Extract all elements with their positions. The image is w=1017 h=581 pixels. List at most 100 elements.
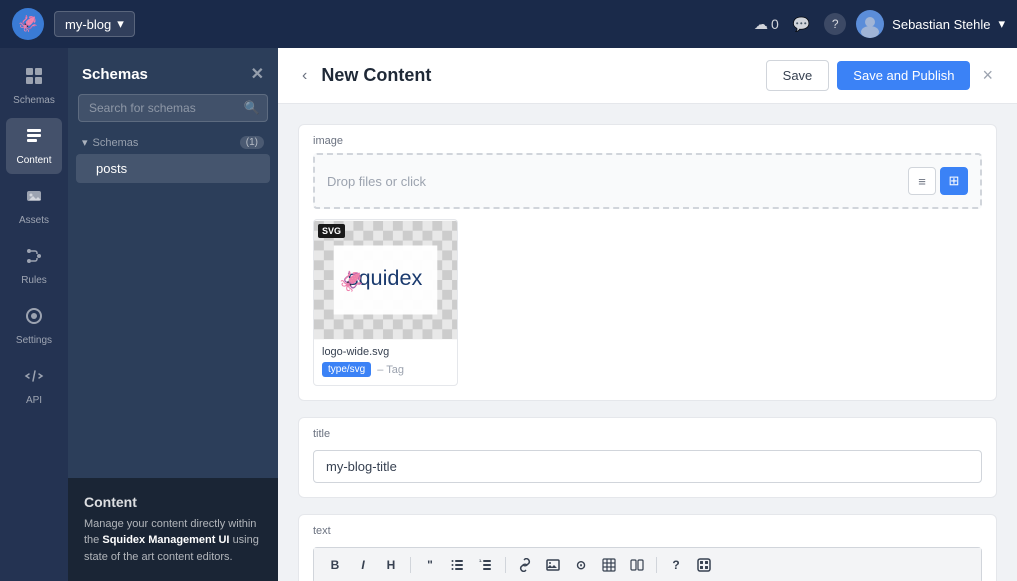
blog-selector[interactable]: my-blog ▾ (54, 11, 135, 37)
section-label: Schemas (93, 137, 139, 149)
sidebar-item-schemas[interactable]: Schemas (6, 58, 62, 114)
image-preview: squidex 🦑 SVG logo-wide.svg type/svg – T… (313, 219, 458, 386)
section-chevron-icon: ▾ (82, 136, 88, 149)
sidebar-item-content[interactable]: Content (6, 118, 62, 174)
bold-btn[interactable]: B (324, 554, 346, 576)
dropdown-icon: ▾ (117, 16, 124, 32)
table-btn[interactable] (598, 554, 620, 576)
image-field-section: image Drop files or click ≡ ⊞ (298, 124, 997, 401)
assets-label: Assets (19, 215, 49, 226)
settings-label: Settings (16, 335, 52, 346)
image-filename: logo-wide.svg (314, 340, 457, 360)
quote-btn[interactable]: " (419, 554, 441, 576)
left-sidebar: Schemas Content Assets Rules Settings (0, 48, 68, 581)
blog-name: my-blog (65, 17, 111, 32)
tag-placeholder: – Tag (377, 364, 404, 376)
list-view-btn[interactable]: ≡ (908, 167, 936, 195)
user-menu[interactable]: Sebastian Stehle ▾ (856, 10, 1005, 38)
special-btn[interactable] (693, 554, 715, 576)
svg-text:1.: 1. (479, 558, 482, 563)
schema-panel-title: Schemas (82, 66, 148, 83)
drop-text: Drop files or click (327, 174, 426, 189)
api-icon (24, 366, 44, 391)
schemas-icon (24, 66, 44, 91)
content-body: image Drop files or click ≡ ⊞ (278, 104, 1017, 581)
settings-icon (24, 306, 44, 331)
image-field-label: image (299, 125, 996, 153)
columns-btn[interactable] (626, 554, 648, 576)
image-field-content: Drop files or click ≡ ⊞ (299, 153, 996, 400)
text-editor: B I H " 1. (313, 547, 982, 581)
notifications-icon[interactable]: 💬 (793, 16, 810, 33)
page-title: New Content (321, 65, 431, 86)
schema-panel-header: Schemas ✕ (68, 48, 278, 94)
help-icon[interactable]: ? (824, 13, 846, 35)
top-nav: 🦑 my-blog ▾ ☁ 0 💬 ? Sebastian Stehle ▾ (0, 0, 1017, 48)
image-btn[interactable] (542, 554, 564, 576)
content-label: Content (16, 155, 51, 166)
app-logo: 🦑 (12, 8, 44, 40)
italic-btn[interactable]: I (352, 554, 374, 576)
toolbar-sep-1 (410, 557, 411, 573)
schema-section: ▾ Schemas (1) (68, 132, 278, 153)
rules-icon (24, 246, 44, 271)
schema-search-input[interactable] (78, 94, 268, 122)
schema-search: 🔍 (78, 94, 268, 122)
save-and-publish-button[interactable]: Save and Publish (837, 61, 970, 90)
user-name: Sebastian Stehle (892, 17, 990, 32)
rules-label: Rules (21, 275, 47, 286)
code-btn[interactable]: ⊙ (570, 554, 592, 576)
user-avatar (856, 10, 884, 38)
image-tags: type/svg – Tag (314, 360, 457, 385)
tooltip-title: Content (84, 494, 262, 510)
text-field-label: text (299, 515, 996, 543)
checker-background: squidex 🦑 SVG (314, 220, 457, 340)
save-button[interactable]: Save (766, 60, 830, 91)
content-icon (24, 126, 44, 151)
assets-icon (24, 186, 44, 211)
ordered-list-btn[interactable]: 1. (475, 554, 497, 576)
api-label: API (26, 395, 42, 406)
svg-text:🦑: 🦑 (339, 270, 364, 293)
toolbar-sep-3 (656, 557, 657, 573)
grid-view-btn[interactable]: ⊞ (940, 167, 968, 195)
schema-tooltip: Content Manage your content directly wit… (68, 478, 278, 581)
sidebar-item-assets[interactable]: Assets (6, 178, 62, 234)
schema-panel: Schemas ✕ 🔍 ▾ Schemas (1) posts Content … (68, 48, 278, 581)
close-button[interactable]: × (978, 61, 997, 90)
content-header: ‹ New Content Save Save and Publish × (278, 48, 1017, 104)
image-drop-zone[interactable]: Drop files or click ≡ ⊞ (313, 153, 982, 209)
section-count: (1) (240, 136, 264, 149)
heading-btn[interactable]: H (380, 554, 402, 576)
text-field-section: text B I H " 1. (298, 514, 997, 581)
title-field-section: title (298, 417, 997, 498)
type-tag: type/svg (322, 362, 371, 377)
title-input[interactable] (313, 450, 982, 483)
tooltip-description: Manage your content directly within the … (84, 516, 262, 566)
upload-icon[interactable]: ☁ 0 (754, 16, 779, 33)
view-toggle: ≡ ⊞ (908, 167, 968, 195)
content-header-right: Save Save and Publish × (766, 60, 997, 91)
nav-icons: ☁ 0 💬 ? (754, 13, 846, 35)
unordered-list-btn[interactable] (447, 554, 469, 576)
search-icon[interactable]: 🔍 (244, 100, 260, 116)
schema-item-label: posts (96, 161, 127, 176)
text-field-content: B I H " 1. (299, 547, 996, 581)
schemas-label: Schemas (13, 95, 55, 106)
sidebar-item-rules[interactable]: Rules (6, 238, 62, 294)
schema-panel-close-btn[interactable]: ✕ (251, 64, 264, 84)
toolbar-sep-2 (505, 557, 506, 573)
back-button[interactable]: ‹ (298, 63, 311, 89)
main-content: ‹ New Content Save Save and Publish × im… (278, 48, 1017, 581)
sidebar-item-settings[interactable]: Settings (6, 298, 62, 354)
svg-badge: SVG (318, 224, 345, 238)
schema-item-posts[interactable]: posts (76, 154, 270, 183)
sidebar-item-api[interactable]: API (6, 358, 62, 414)
title-field-label: title (299, 418, 996, 446)
main-layout: Schemas Content Assets Rules Settings (0, 48, 1017, 581)
content-header-left: ‹ New Content (298, 63, 431, 89)
help-btn[interactable]: ? (665, 554, 687, 576)
user-dropdown-icon: ▾ (998, 16, 1005, 32)
title-field-content (299, 446, 996, 497)
link-btn[interactable] (514, 554, 536, 576)
